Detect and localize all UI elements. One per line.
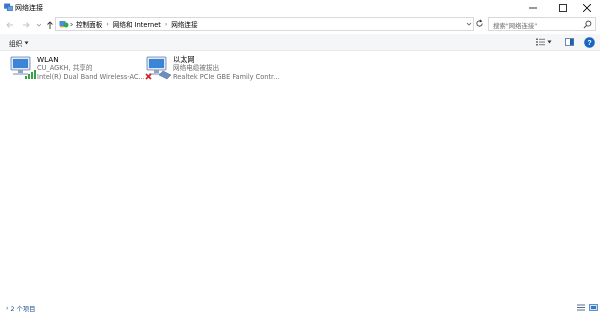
details-view-icon[interactable] xyxy=(577,304,585,311)
breadcrumb: 控制面板 › 网络和 Internet › 网络连接 xyxy=(76,19,198,30)
connection-details: 以太网 网络电缆被拔出 Realtek PCIe GBE Family Cont… xyxy=(173,55,279,82)
forward-arrow-icon xyxy=(22,22,30,28)
control-panel-icon xyxy=(59,21,69,28)
up-button[interactable] xyxy=(44,19,55,31)
search-icon[interactable] xyxy=(583,20,592,29)
svg-text:?: ? xyxy=(587,40,591,47)
breadcrumb-network-connections[interactable]: 网络连接 xyxy=(171,19,197,29)
back-button[interactable] xyxy=(4,19,15,31)
back-arrow-icon xyxy=(5,22,13,28)
connection-item-wlan[interactable]: WLAN CU_AGKH, 共享的 Intel(R) Dual Band Wir… xyxy=(9,55,145,85)
up-arrow-icon xyxy=(46,20,53,29)
connection-name: 以太网 xyxy=(173,55,195,64)
preview-pane-icon[interactable] xyxy=(565,38,574,46)
wifi-adapter-icon xyxy=(10,56,36,79)
status-bar xyxy=(0,302,600,312)
ethernet-adapter-disconnected-icon xyxy=(145,56,172,80)
connection-name: WLAN xyxy=(37,55,59,64)
chevron-right-icon[interactable]: › xyxy=(106,21,108,28)
forward-button[interactable] xyxy=(20,19,31,31)
breadcrumb-control-panel[interactable]: 控制面板 xyxy=(76,19,102,29)
refresh-icon[interactable] xyxy=(475,19,484,28)
search-input[interactable]: 搜索"网络连接" xyxy=(493,21,537,30)
view-details-icon xyxy=(536,38,545,46)
close-icon xyxy=(582,3,591,12)
chevron-right-icon xyxy=(70,22,74,27)
minimize-icon xyxy=(528,7,537,8)
command-bar xyxy=(0,34,600,51)
connection-device: Intel(R) Dual Band Wireless-AC... xyxy=(37,73,145,81)
connection-details: WLAN CU_AGKH, 共享的 Intel(R) Dual Band Wir… xyxy=(37,55,145,82)
maximize-button[interactable] xyxy=(549,0,576,15)
help-icon[interactable]: ? xyxy=(584,37,595,48)
dropdown-triangle-icon xyxy=(24,41,29,45)
close-button[interactable] xyxy=(573,0,600,15)
chevron-down-icon xyxy=(36,23,41,27)
window-title: 网络连接 xyxy=(15,4,43,12)
maximize-icon xyxy=(558,3,567,12)
connection-item-ethernet[interactable]: 以太网 网络电缆被拔出 Realtek PCIe GBE Family Cont… xyxy=(145,55,280,85)
address-dropdown-icon[interactable] xyxy=(466,21,472,27)
chevron-right-icon: › xyxy=(6,305,9,312)
connection-status: 网络电缆被拔出 xyxy=(173,64,220,72)
network-connections-app-icon xyxy=(4,3,13,11)
large-icons-view-icon[interactable] xyxy=(589,304,598,311)
organize-button[interactable]: 组织 xyxy=(9,38,29,48)
search-box[interactable]: 搜索"网络连接" xyxy=(488,17,596,31)
recent-locations-button[interactable] xyxy=(33,19,44,31)
title-bar: 网络连接 xyxy=(0,0,600,15)
organize-label: 组织 xyxy=(9,40,23,48)
connection-device: Realtek PCIe GBE Family Contr... xyxy=(173,73,280,81)
minimize-button[interactable] xyxy=(519,0,546,15)
breadcrumb-network-internet[interactable]: 网络和 Internet xyxy=(113,19,161,29)
chevron-down-icon xyxy=(547,40,552,44)
connection-status: CU_AGKH, 共享的 xyxy=(37,64,93,72)
chevron-right-icon[interactable]: › xyxy=(165,21,167,28)
change-view-button[interactable] xyxy=(536,37,554,47)
